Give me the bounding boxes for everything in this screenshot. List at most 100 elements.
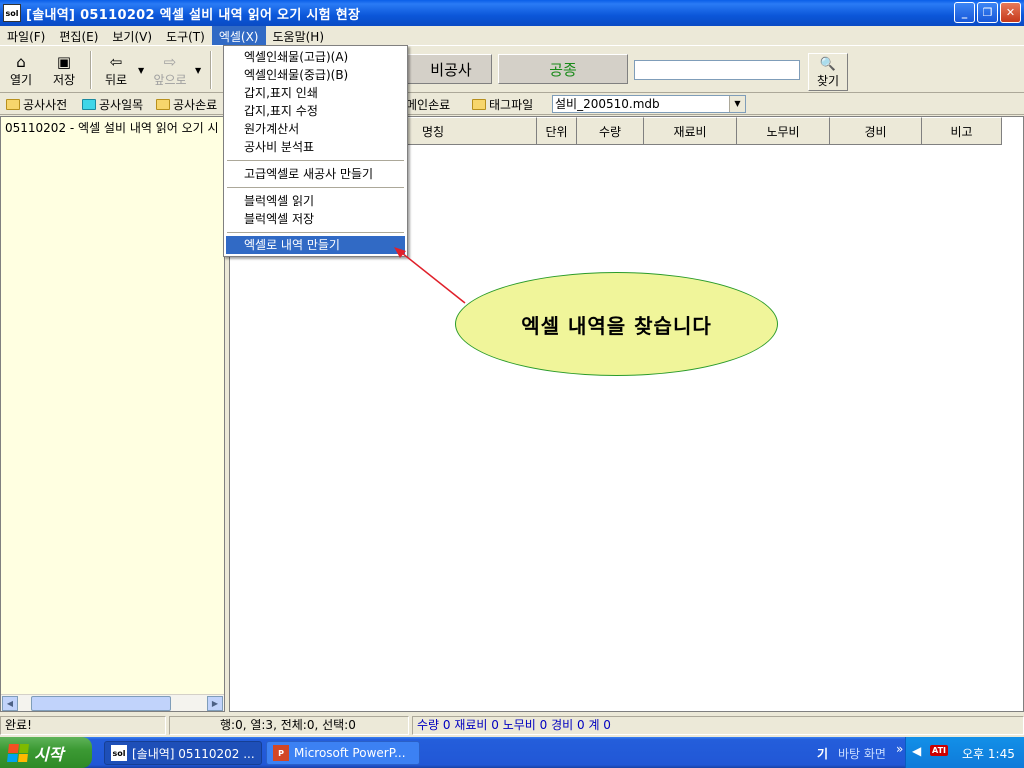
save-label: 저장 — [52, 73, 76, 87]
menu-tools[interactable]: 도구(T) — [159, 26, 212, 45]
toolbar-separator — [90, 51, 92, 89]
search-input[interactable] — [634, 60, 800, 80]
chevron-down-icon[interactable]: ▼ — [729, 96, 745, 112]
shortcut-label: 공사사전 — [23, 98, 68, 112]
folder-icon — [82, 99, 96, 110]
menu-item-block-excel-save[interactable]: 블럭엑셀 저장 — [226, 210, 405, 228]
shortcut-construction-dictionary[interactable]: 공사사전 — [6, 96, 67, 113]
find-button[interactable]: 🔍 찾기 — [808, 53, 848, 91]
forward-label: 앞으로 — [153, 73, 187, 87]
status-bar: 완료! 행:0, 열:3, 전체:0, 선택:0 수량 0 재료비 0 노무비 … — [0, 714, 1024, 736]
menu-item-excel-print-intermediate[interactable]: 엑셀인쇄물(중급)(B) — [226, 66, 405, 84]
title-bar: sol [솔내역] 05110202 엑셀 설비 내역 읽어 오기 시험 현장 … — [0, 0, 1024, 26]
open-label: 열기 — [9, 73, 33, 87]
powerpoint-icon: P — [273, 745, 289, 761]
menu-help[interactable]: 도움말(H) — [266, 26, 332, 45]
task-soldeuk[interactable]: sol [솔내역] 05110202 ... — [104, 741, 262, 765]
task-label: Microsoft PowerP... — [294, 746, 406, 760]
shortcut-tag-file[interactable]: 태그파일 — [472, 96, 533, 113]
forward-dropdown-icon[interactable]: ▼ — [195, 66, 201, 75]
horizontal-scrollbar[interactable]: ◀ ▶ — [1, 694, 224, 711]
save-button[interactable]: ▣ 저장 — [44, 50, 84, 90]
shortcut-construction-cost[interactable]: 공사손료 — [156, 96, 217, 113]
menu-item-cover-edit[interactable]: 갑지,표지 수정 — [226, 102, 405, 120]
column-header-expense[interactable]: 경비 — [830, 117, 922, 145]
column-header-material[interactable]: 재료비 — [644, 117, 737, 145]
menu-edit[interactable]: 편집(E) — [52, 26, 105, 45]
taskbar: 시작 sol [솔내역] 05110202 ... P Microsoft Po… — [0, 737, 1024, 768]
database-select-value: 설비_200510.mdb — [555, 97, 660, 111]
work-type-label[interactable]: 공종 — [498, 54, 628, 84]
back-dropdown-icon[interactable]: ▼ — [138, 66, 144, 75]
menu-view[interactable]: 보기(V) — [105, 26, 159, 45]
find-label: 찾기 — [816, 74, 840, 88]
system-tray: ◀ ATI 오후 1:45 — [905, 737, 1024, 768]
menu-separator — [227, 187, 404, 189]
status-text: 완료! — [0, 716, 166, 735]
chevron-right-icon[interactable]: » — [896, 742, 903, 756]
clock[interactable]: 오후 1:45 — [962, 745, 1015, 762]
restore-button[interactable]: ❐ — [977, 2, 998, 23]
scroll-left-icon[interactable]: ◀ — [2, 696, 18, 711]
floppy-icon: ▣ — [56, 53, 72, 71]
scroll-right-icon[interactable]: ▶ — [207, 696, 223, 711]
callout-bubble: 엑셀 내역을 찾습니다 — [455, 272, 778, 376]
menu-item-excel-print-advanced[interactable]: 엑셀인쇄물(고급)(A) — [226, 48, 405, 66]
start-button[interactable]: 시작 — [0, 737, 92, 768]
ime-indicator[interactable]: 기 — [817, 745, 828, 762]
column-header-quantity[interactable]: 수량 — [577, 117, 644, 145]
back-button[interactable]: ⇦ 뒤로 — [96, 50, 136, 90]
menu-item-create-from-excel[interactable]: 엑셀로 내역 만들기 — [226, 236, 405, 254]
magnifier-icon: 🔍 — [819, 57, 837, 72]
forward-button[interactable]: ⇨ 앞으로 — [150, 50, 190, 90]
shortcut-label: 메인손료 — [406, 98, 451, 112]
callout-text: 엑셀 내역을 찾습니다 — [521, 313, 712, 338]
chevron-left-icon[interactable]: ◀ — [912, 744, 921, 758]
column-header-labor[interactable]: 노무비 — [737, 117, 830, 145]
shortcut-main-cost[interactable]: 메인손료 — [406, 96, 450, 113]
menu-file[interactable]: 파일(F) — [0, 26, 52, 45]
menu-excel[interactable]: 엑셀(X) — [211, 26, 266, 45]
desktop-toolbar[interactable]: 바탕 화면 — [838, 745, 886, 762]
grid-position: 행:0, 열:3, 전체:0, 선택:0 — [169, 716, 409, 735]
database-select[interactable]: 설비_200510.mdb ▼ — [552, 95, 746, 113]
shortcut-bar: 공사사전 공사일목 공사손료 메인손료 태그파일 설비_200510.mdb ▼ — [0, 93, 1024, 115]
column-header-unit[interactable]: 단위 — [537, 117, 577, 145]
shortcut-construction-daily[interactable]: 공사일목 — [82, 96, 143, 113]
menu-separator — [227, 160, 404, 162]
close-button[interactable]: ✕ — [1000, 2, 1021, 23]
toolbar-separator — [210, 51, 212, 89]
menu-separator — [227, 232, 404, 234]
shortcut-label: 공사일목 — [99, 98, 144, 112]
ati-icon[interactable]: ATI — [930, 745, 949, 756]
project-tree[interactable]: 05110202 - 엑셀 설비 내역 읽어 오기 시 ◀ ▶ — [0, 116, 225, 712]
arrow-right-icon: ⇨ — [163, 53, 177, 71]
category-label[interactable]: 비공사 — [400, 54, 492, 84]
home-icon: ⌂ — [16, 53, 26, 71]
app-icon[interactable]: sol — [3, 4, 21, 22]
folder-icon — [156, 99, 170, 110]
window-title: [솔내역] 05110202 엑셀 설비 내역 읽어 오기 시험 현장 — [26, 7, 361, 23]
open-button[interactable]: ⌂ 열기 — [1, 50, 41, 90]
task-powerpoint[interactable]: P Microsoft PowerP... — [266, 741, 420, 765]
app-icon: sol — [111, 745, 127, 761]
shortcut-label: 태그파일 — [489, 98, 534, 112]
task-label: [솔내역] 05110202 ... — [132, 746, 255, 761]
totals-summary: 수량 0 재료비 0 노무비 0 경비 0 계 0 — [412, 716, 1024, 735]
excel-menu-dropdown: 엑셀인쇄물(고급)(A) 엑셀인쇄물(중급)(B) 갑지,표지 인쇄 갑지,표지… — [223, 45, 408, 257]
scroll-thumb[interactable] — [31, 696, 171, 711]
shortcut-label: 공사손료 — [173, 98, 218, 112]
menu-item-cost-analysis[interactable]: 공사비 분석표 — [226, 138, 405, 156]
menu-item-new-project-from-excel[interactable]: 고급엑셀로 새공사 만들기 — [226, 165, 405, 183]
menu-bar: 파일(F) 편집(E) 보기(V) 도구(T) 엑셀(X) 도움말(H) — [0, 26, 1024, 45]
folder-icon — [472, 99, 486, 110]
menu-item-block-excel-read[interactable]: 블럭엑셀 읽기 — [226, 192, 405, 210]
minimize-button[interactable]: _ — [954, 2, 975, 23]
tree-root-item[interactable]: 05110202 - 엑셀 설비 내역 읽어 오기 시 — [5, 119, 219, 136]
menu-item-cost-statement[interactable]: 원가계산서 — [226, 120, 405, 138]
toolbar: ⌂ 열기 ▣ 저장 ⇦ 뒤로 ▼ ⇨ 앞으로 ▼ 비공사 공종 🔍 찾기 — [0, 45, 1024, 93]
start-label: 시작 — [34, 744, 64, 764]
windows-logo-icon — [7, 743, 29, 762]
menu-item-cover-print[interactable]: 갑지,표지 인쇄 — [226, 84, 405, 102]
column-header-remarks[interactable]: 비고 — [922, 117, 1002, 145]
